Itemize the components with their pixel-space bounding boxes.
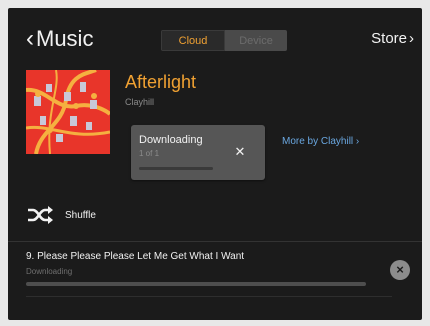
album-art[interactable]: [26, 70, 110, 154]
close-icon[interactable]: ✕: [232, 144, 248, 160]
album-artist: Clayhill: [125, 97, 155, 107]
music-app-window: ‹ Music Cloud Device Store › Afterlight …: [8, 8, 422, 320]
download-title: Downloading: [139, 134, 203, 146]
download-status-panel: Downloading 1 of 1 ✕: [131, 125, 265, 180]
album-title: Afterlight: [125, 72, 197, 92]
header: ‹ Music Cloud Device Store ›: [8, 8, 422, 70]
back-to-music-button[interactable]: ‹ Music: [26, 27, 93, 51]
track-row[interactable]: 9. Please Please Please Let Me Get What …: [8, 242, 422, 320]
more-by-artist-link[interactable]: More by Clayhill ›: [282, 136, 359, 147]
chevron-left-icon: ‹: [26, 25, 34, 52]
track-title: 9. Please Please Please Let Me Get What …: [26, 251, 245, 262]
cancel-download-icon[interactable]: ×: [390, 260, 410, 280]
source-switcher: Cloud Device: [161, 30, 287, 51]
shuffle-button[interactable]: Shuffle: [26, 204, 96, 226]
track-status: Downloading: [26, 267, 73, 276]
store-label: Store: [371, 30, 407, 47]
chevron-right-icon: ›: [409, 30, 414, 47]
download-count: 1 of 1: [139, 149, 160, 158]
back-label: Music: [36, 26, 94, 51]
shuffle-icon: [28, 206, 53, 224]
store-button[interactable]: Store ›: [371, 30, 414, 47]
tab-cloud[interactable]: Cloud: [161, 30, 225, 51]
download-progress-bar: [139, 167, 213, 170]
track-progress-bar: [26, 282, 366, 286]
track-divider: [26, 296, 392, 297]
tab-device[interactable]: Device: [225, 30, 287, 51]
shuffle-label: Shuffle: [65, 209, 96, 221]
